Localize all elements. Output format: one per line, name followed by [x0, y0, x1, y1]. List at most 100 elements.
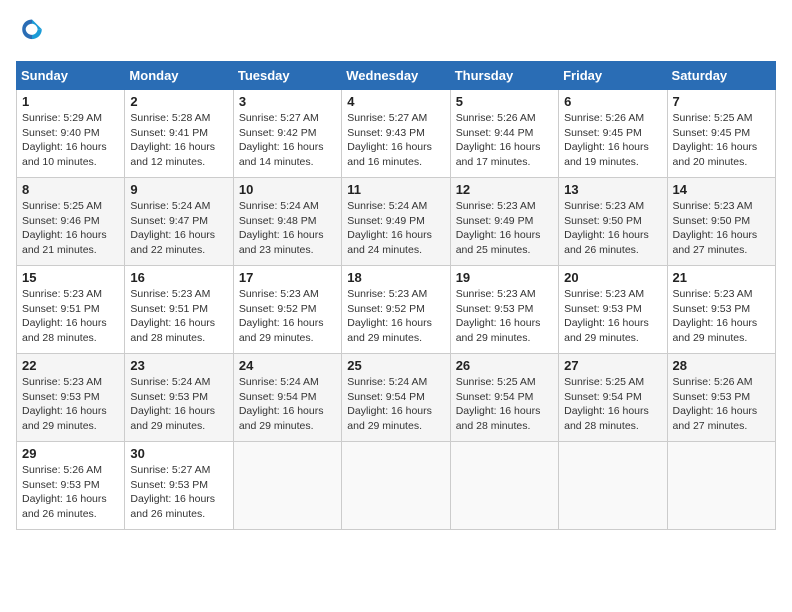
calendar-cell: 19Sunrise: 5:23 AMSunset: 9:53 PMDayligh…	[450, 266, 558, 354]
calendar-cell: 16 Sunrise: 5:23 AMSunset: 9:51 PMDayligh…	[125, 266, 233, 354]
calendar-cell: 15 Sunrise: 5:23 AMSunset: 9:51 PMDayligh…	[17, 266, 125, 354]
day-info: Sunrise: 5:23 AMSunset: 9:52 PMDaylight:…	[239, 287, 336, 346]
calendar-cell: 24 Sunrise: 5:24 AMSunset: 9:54 PMDayligh…	[233, 354, 341, 442]
day-info: Sunrise: 5:27 AMSunset: 9:53 PMDaylight:…	[130, 463, 227, 522]
day-info: Sunrise: 5:26 AMSunset: 9:44 PMDaylight:…	[456, 111, 553, 170]
calendar-cell: 10 Sunrise: 5:24 AMSunset: 9:48 PMDayligh…	[233, 178, 341, 266]
day-number: 9	[130, 182, 227, 197]
week-row-4: 22Sunrise: 5:23 AMSunset: 9:53 PMDayligh…	[17, 354, 776, 442]
day-number: 15	[22, 270, 119, 285]
calendar-cell	[450, 442, 558, 530]
day-info: Sunrise: 5:25 AMSunset: 9:45 PMDaylight:…	[673, 111, 770, 170]
day-info: Sunrise: 5:27 AMSunset: 9:43 PMDaylight:…	[347, 111, 444, 170]
calendar-cell: 7 Sunrise: 5:25 AMSunset: 9:45 PMDaylight…	[667, 90, 775, 178]
calendar-cell: 5 Sunrise: 5:26 AMSunset: 9:44 PMDaylight…	[450, 90, 558, 178]
week-row-3: 15 Sunrise: 5:23 AMSunset: 9:51 PMDayligh…	[17, 266, 776, 354]
day-number: 23	[130, 358, 227, 373]
calendar-cell: 28Sunrise: 5:26 AMSunset: 9:53 PMDayligh…	[667, 354, 775, 442]
calendar-cell: 17 Sunrise: 5:23 AMSunset: 9:52 PMDayligh…	[233, 266, 341, 354]
weekday-header-monday: Monday	[125, 62, 233, 90]
day-info: Sunrise: 5:23 AMSunset: 9:53 PMDaylight:…	[673, 287, 770, 346]
day-info: Sunrise: 5:23 AMSunset: 9:51 PMDaylight:…	[22, 287, 119, 346]
day-number: 29	[22, 446, 119, 461]
calendar-cell: 9 Sunrise: 5:24 AMSunset: 9:47 PMDaylight…	[125, 178, 233, 266]
day-info: Sunrise: 5:25 AMSunset: 9:46 PMDaylight:…	[22, 199, 119, 258]
calendar-cell	[342, 442, 450, 530]
day-info: Sunrise: 5:24 AMSunset: 9:54 PMDaylight:…	[239, 375, 336, 434]
calendar-cell: 3Sunrise: 5:27 AMSunset: 9:42 PMDaylight…	[233, 90, 341, 178]
day-number: 8	[22, 182, 119, 197]
day-info: Sunrise: 5:25 AMSunset: 9:54 PMDaylight:…	[456, 375, 553, 434]
day-number: 6	[564, 94, 661, 109]
calendar-cell: 13Sunrise: 5:23 AMSunset: 9:50 PMDayligh…	[559, 178, 667, 266]
day-info: Sunrise: 5:28 AMSunset: 9:41 PMDaylight:…	[130, 111, 227, 170]
day-number: 30	[130, 446, 227, 461]
day-number: 1	[22, 94, 119, 109]
calendar-cell: 4 Sunrise: 5:27 AMSunset: 9:43 PMDaylight…	[342, 90, 450, 178]
week-row-2: 8 Sunrise: 5:25 AMSunset: 9:46 PMDaylight…	[17, 178, 776, 266]
calendar-cell: 20Sunrise: 5:23 AMSunset: 9:53 PMDayligh…	[559, 266, 667, 354]
calendar-cell: 26 Sunrise: 5:25 AMSunset: 9:54 PMDayligh…	[450, 354, 558, 442]
day-info: Sunrise: 5:23 AMSunset: 9:52 PMDaylight:…	[347, 287, 444, 346]
weekday-header-thursday: Thursday	[450, 62, 558, 90]
day-number: 5	[456, 94, 553, 109]
page-header	[16, 16, 776, 49]
calendar-cell: 14 Sunrise: 5:23 AMSunset: 9:50 PMDayligh…	[667, 178, 775, 266]
day-info: Sunrise: 5:23 AMSunset: 9:49 PMDaylight:…	[456, 199, 553, 258]
calendar-cell: 23 Sunrise: 5:24 AMSunset: 9:53 PMDayligh…	[125, 354, 233, 442]
calendar-cell: 1 Sunrise: 5:29 AMSunset: 9:40 PMDaylight…	[17, 90, 125, 178]
day-info: Sunrise: 5:24 AMSunset: 9:54 PMDaylight:…	[347, 375, 444, 434]
logo	[16, 16, 46, 49]
day-info: Sunrise: 5:29 AMSunset: 9:40 PMDaylight:…	[22, 111, 119, 170]
calendar-cell: 12 Sunrise: 5:23 AMSunset: 9:49 PMDayligh…	[450, 178, 558, 266]
calendar-cell: 6 Sunrise: 5:26 AMSunset: 9:45 PMDaylight…	[559, 90, 667, 178]
day-number: 24	[239, 358, 336, 373]
day-number: 17	[239, 270, 336, 285]
calendar-cell: 29 Sunrise: 5:26 AMSunset: 9:53 PMDayligh…	[17, 442, 125, 530]
day-info: Sunrise: 5:26 AMSunset: 9:53 PMDaylight:…	[22, 463, 119, 522]
weekday-header-tuesday: Tuesday	[233, 62, 341, 90]
day-info: Sunrise: 5:23 AMSunset: 9:50 PMDaylight:…	[673, 199, 770, 258]
day-number: 18	[347, 270, 444, 285]
week-row-1: 1 Sunrise: 5:29 AMSunset: 9:40 PMDaylight…	[17, 90, 776, 178]
day-number: 13	[564, 182, 661, 197]
day-number: 4	[347, 94, 444, 109]
day-number: 26	[456, 358, 553, 373]
weekday-header-wednesday: Wednesday	[342, 62, 450, 90]
weekday-header-friday: Friday	[559, 62, 667, 90]
day-info: Sunrise: 5:23 AMSunset: 9:53 PMDaylight:…	[22, 375, 119, 434]
day-number: 21	[673, 270, 770, 285]
calendar-cell: 2Sunrise: 5:28 AMSunset: 9:41 PMDaylight…	[125, 90, 233, 178]
day-info: Sunrise: 5:24 AMSunset: 9:53 PMDaylight:…	[130, 375, 227, 434]
day-info: Sunrise: 5:23 AMSunset: 9:53 PMDaylight:…	[456, 287, 553, 346]
day-number: 10	[239, 182, 336, 197]
day-info: Sunrise: 5:24 AMSunset: 9:47 PMDaylight:…	[130, 199, 227, 258]
day-info: Sunrise: 5:25 AMSunset: 9:54 PMDaylight:…	[564, 375, 661, 434]
calendar-cell: 25 Sunrise: 5:24 AMSunset: 9:54 PMDayligh…	[342, 354, 450, 442]
logo-image	[16, 16, 46, 49]
day-number: 20	[564, 270, 661, 285]
calendar-table: SundayMondayTuesdayWednesdayThursdayFrid…	[16, 61, 776, 530]
calendar-cell: 22Sunrise: 5:23 AMSunset: 9:53 PMDayligh…	[17, 354, 125, 442]
day-number: 27	[564, 358, 661, 373]
day-info: Sunrise: 5:24 AMSunset: 9:49 PMDaylight:…	[347, 199, 444, 258]
day-number: 16	[130, 270, 227, 285]
day-number: 12	[456, 182, 553, 197]
day-info: Sunrise: 5:23 AMSunset: 9:51 PMDaylight:…	[130, 287, 227, 346]
calendar-cell	[559, 442, 667, 530]
day-info: Sunrise: 5:24 AMSunset: 9:48 PMDaylight:…	[239, 199, 336, 258]
day-info: Sunrise: 5:26 AMSunset: 9:45 PMDaylight:…	[564, 111, 661, 170]
calendar-cell: 21 Sunrise: 5:23 AMSunset: 9:53 PMDayligh…	[667, 266, 775, 354]
calendar-cell: 30 Sunrise: 5:27 AMSunset: 9:53 PMDayligh…	[125, 442, 233, 530]
weekday-header-sunday: Sunday	[17, 62, 125, 90]
day-number: 25	[347, 358, 444, 373]
day-number: 28	[673, 358, 770, 373]
week-row-5: 29 Sunrise: 5:26 AMSunset: 9:53 PMDayligh…	[17, 442, 776, 530]
day-number: 7	[673, 94, 770, 109]
day-number: 14	[673, 182, 770, 197]
weekday-header-row: SundayMondayTuesdayWednesdayThursdayFrid…	[17, 62, 776, 90]
calendar-cell: 8 Sunrise: 5:25 AMSunset: 9:46 PMDaylight…	[17, 178, 125, 266]
day-number: 3	[239, 94, 336, 109]
calendar-cell	[667, 442, 775, 530]
calendar-cell: 18 Sunrise: 5:23 AMSunset: 9:52 PMDayligh…	[342, 266, 450, 354]
